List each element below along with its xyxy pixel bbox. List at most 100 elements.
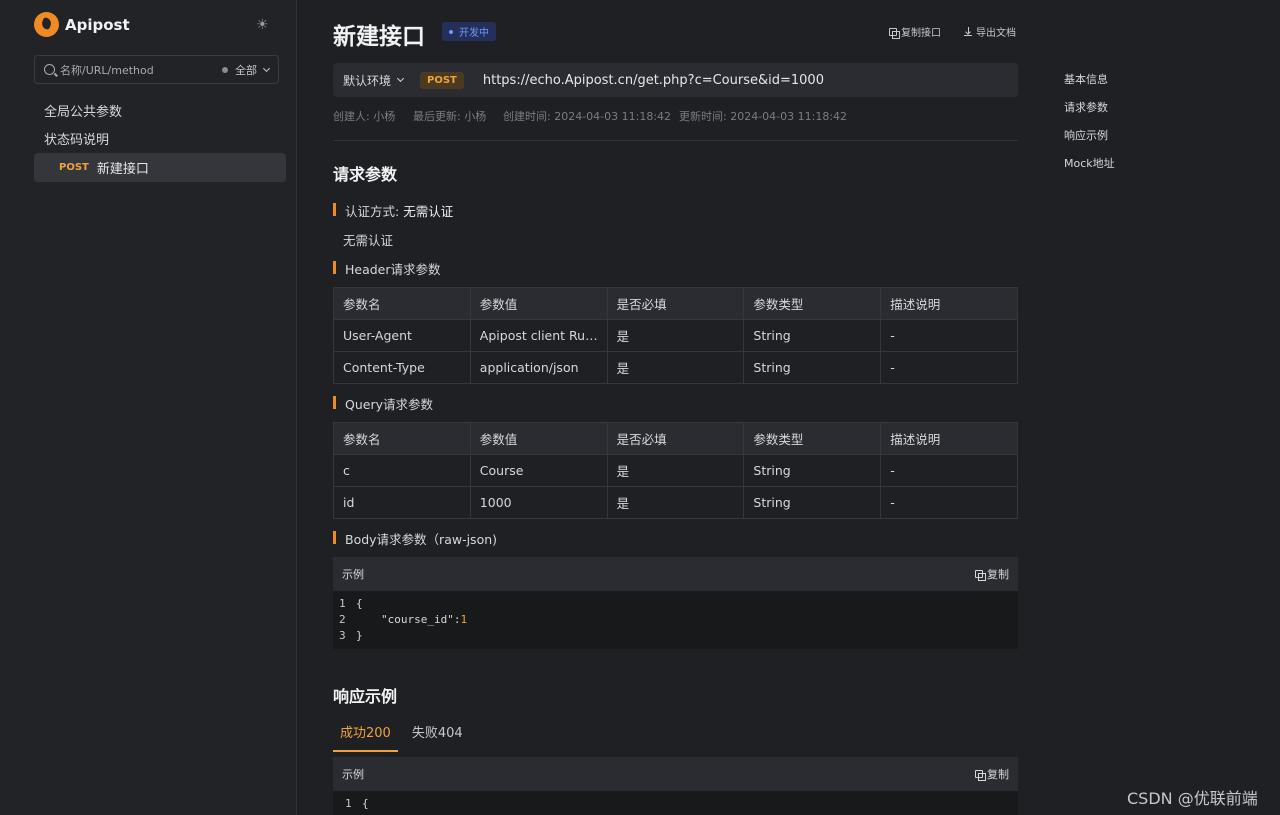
search-placeholder[interactable]: 名称/URL/method [60, 62, 222, 78]
theme-toggle-icon[interactable]: ☀ [256, 17, 269, 33]
column-header: 参数值 [469, 287, 608, 320]
code-block[interactable]: 1 { 2 "course_id": 1 3 } [333, 591, 1018, 649]
divider [333, 140, 1018, 141]
status-badge: 开发中 [442, 22, 496, 41]
response-example-heading: 响应示例 [333, 687, 398, 706]
environment-select[interactable]: 默认环境 [343, 72, 405, 89]
copy-icon [975, 770, 986, 781]
copy-api-button[interactable]: 复制接口 [889, 24, 941, 39]
body-example-card: 示例 复制 1 { 2 "course_id": 1 3 } [333, 557, 1018, 649]
sidebar-item-global-params[interactable]: 全局公共参数 [44, 101, 122, 120]
query-params-heading: Query请求参数 [333, 394, 433, 413]
column-header: 参数名 [333, 422, 471, 455]
auth-method-label: 认证方式: 无需认证 [333, 201, 453, 220]
auth-description: 无需认证 [343, 233, 394, 248]
table-row: id 1000 是 String - [333, 486, 1018, 519]
copy-label: 复制 [987, 768, 1009, 781]
table-cell: 1000 [469, 486, 608, 519]
code-text: { [356, 597, 363, 610]
table-cell: String [743, 454, 882, 487]
code-text: } [356, 629, 363, 642]
code-value: 1 [460, 613, 468, 626]
code-block[interactable]: 1 { [333, 791, 1018, 815]
table-cell: Content-Type [333, 351, 471, 384]
table-cell: - [880, 486, 1018, 519]
watermark: CSDN @优联前端 [1127, 789, 1258, 808]
code-card-label: 示例 [342, 768, 364, 781]
toc-item-mock-address[interactable]: Mock地址 [1064, 155, 1115, 171]
column-header: 描述说明 [880, 287, 1018, 320]
auth-label: 认证方式: [345, 204, 404, 219]
copy-body-button[interactable]: 复制 [975, 566, 1009, 582]
table-row: c Course 是 String - [333, 454, 1018, 487]
sidebar-item-new-api[interactable]: POST 新建接口 [34, 153, 286, 182]
url-bar: 默认环境 POST https://echo.Apipost.cn/get.ph… [333, 63, 1018, 97]
table-cell: application/json [469, 351, 608, 384]
method-filter-select[interactable]: 全部 [222, 62, 271, 78]
table-cell: String [743, 351, 882, 384]
table-cell: id [333, 486, 471, 519]
toc-item-basic-info[interactable]: 基本信息 [1064, 71, 1108, 87]
header-params-table: 参数名 参数值 是否必填 参数类型 描述说明 User-Agent Apipos… [333, 287, 1018, 384]
request-url[interactable]: https://echo.Apipost.cn/get.php?c=Course… [483, 73, 824, 88]
export-doc-button[interactable]: 导出文档 [964, 24, 1016, 39]
table-cell: - [880, 454, 1018, 487]
download-icon [964, 27, 972, 36]
tab-fail-404[interactable]: 失败404 [405, 716, 470, 752]
column-header: 参数类型 [743, 422, 882, 455]
code-line: 1 { [345, 797, 1012, 813]
table-header-row: 参数名 参数值 是否必填 参数类型 描述说明 [333, 422, 1018, 455]
table-row: Content-Type application/json 是 String - [333, 351, 1018, 384]
search-icon [44, 64, 55, 75]
code-key: "course_id": [381, 613, 461, 626]
body-params-heading: Body请求参数（raw-json) [333, 529, 497, 548]
meta-created-time: 创建时间: 2024-04-03 11:18:42 [503, 110, 672, 123]
brand[interactable]: Apipost [34, 12, 130, 37]
toc-item-request-params[interactable]: 请求参数 [1064, 99, 1108, 115]
column-header: 参数值 [469, 422, 608, 455]
chevron-down-icon [262, 64, 271, 72]
table-cell: User-Agent [333, 319, 471, 352]
table-header-row: 参数名 参数值 是否必填 参数类型 描述说明 [333, 287, 1018, 320]
toc-item-response-example[interactable]: 响应示例 [1064, 127, 1108, 143]
column-header: 是否必填 [606, 422, 745, 455]
apipost-logo-icon [34, 12, 59, 37]
sidebar-item-status-codes[interactable]: 状态码说明 [44, 129, 109, 148]
code-text: { [362, 797, 369, 810]
table-cell: String [743, 319, 882, 352]
copy-api-label: 复制接口 [901, 28, 941, 39]
page-title: 新建接口 [333, 24, 425, 50]
copy-label: 复制 [987, 568, 1009, 581]
code-line: 2 "course_id": 1 [339, 613, 1012, 629]
response-tabs: 成功200 失败404 [333, 716, 477, 752]
tab-success-200[interactable]: 成功200 [333, 716, 398, 752]
copy-response-button[interactable]: 复制 [975, 766, 1009, 782]
meta-creator: 创建人: 小杨 [333, 110, 396, 123]
copy-icon [889, 27, 900, 39]
table-cell: String [743, 486, 882, 519]
table-cell: 是 [606, 454, 745, 487]
sidebar: Apipost ☀ 名称/URL/method 全部 全局公共参数 状态码说明 … [0, 0, 297, 815]
response-example-card: 示例 复制 1 { [333, 757, 1018, 815]
column-header: 描述说明 [880, 422, 1018, 455]
line-number: 1 [339, 597, 346, 610]
chevron-down-icon [396, 74, 405, 83]
method-badge: POST [420, 71, 464, 89]
auth-value: 无需认证 [403, 204, 454, 219]
column-header: 参数名 [333, 287, 471, 320]
sidebar-item-label: 新建接口 [96, 162, 149, 177]
code-card-label: 示例 [342, 568, 364, 581]
table-cell: 是 [606, 351, 745, 384]
brand-name: Apipost [65, 15, 130, 34]
table-cell: 是 [606, 319, 745, 352]
meta-updated-time: 更新时间: 2024-04-03 11:18:42 [679, 110, 848, 123]
code-card-header: 示例 复制 [333, 557, 1018, 591]
line-number: 2 [339, 613, 346, 626]
table-cell: - [880, 351, 1018, 384]
environment-label: 默认环境 [343, 73, 392, 88]
copy-icon [975, 570, 986, 581]
search-input[interactable]: 名称/URL/method 全部 [34, 55, 279, 84]
filter-dot-icon [222, 66, 228, 73]
column-header: 参数类型 [743, 287, 882, 320]
code-card-header: 示例 复制 [333, 757, 1018, 791]
